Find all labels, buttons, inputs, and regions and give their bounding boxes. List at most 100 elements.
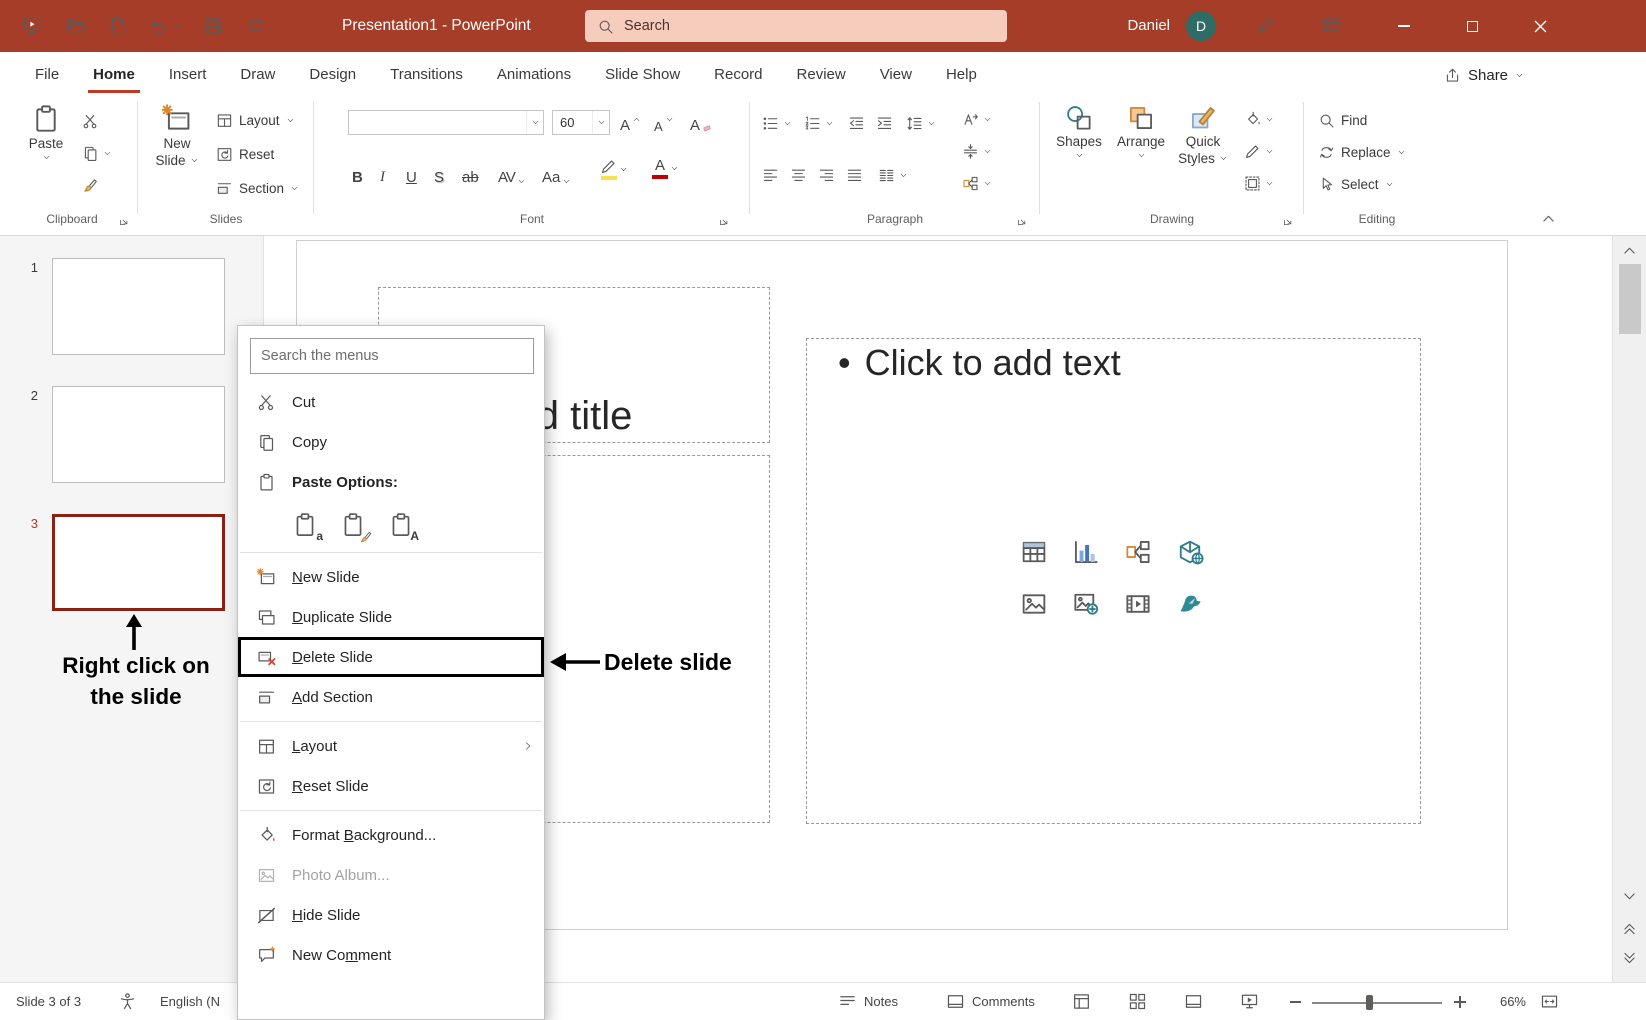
right-content-placeholder[interactable] <box>806 338 1421 824</box>
chevron-down-icon[interactable] <box>592 111 609 134</box>
slide-thumbnail-2[interactable] <box>52 386 225 483</box>
previous-slide-icon[interactable] <box>1621 920 1639 938</box>
new-document-icon[interactable] <box>108 16 128 36</box>
shrink-font-button[interactable]: A <box>654 110 674 134</box>
text-shadow-button[interactable]: S <box>434 162 444 186</box>
menu-item-reset-slide[interactable]: Reset Slide <box>238 766 544 806</box>
tab-help[interactable]: Help <box>929 52 994 96</box>
new-slide-button[interactable]: New Slide <box>148 104 206 168</box>
layout-button[interactable]: Layout <box>216 108 295 132</box>
scrollbar-thumb[interactable] <box>1619 264 1641 334</box>
tab-file[interactable]: File <box>18 52 76 96</box>
open-file-icon[interactable] <box>66 16 86 36</box>
chevron-down-icon[interactable] <box>526 111 543 134</box>
undo-icon[interactable] <box>148 16 168 36</box>
slide-thumbnail-3[interactable] <box>52 514 225 611</box>
zoom-percentage[interactable]: 66% <box>1482 983 1526 1020</box>
shapes-button[interactable]: Shapes <box>1052 104 1106 160</box>
align-center-button[interactable] <box>790 164 807 186</box>
insert-picture-icon[interactable] <box>1012 582 1056 626</box>
menu-item-new-comment[interactable]: New Comment <box>238 935 544 975</box>
font-name-combo[interactable] <box>348 110 544 135</box>
minimize-button[interactable] <box>1376 0 1432 52</box>
insert-video-icon[interactable] <box>1116 582 1160 626</box>
start-presentation-icon[interactable] <box>22 16 42 36</box>
paste-button[interactable]: Paste <box>20 104 72 162</box>
insert-table-icon[interactable] <box>1012 530 1056 574</box>
underline-button[interactable]: U <box>406 162 417 186</box>
tab-draw[interactable]: Draw <box>223 52 292 96</box>
convert-to-smartart-button[interactable] <box>962 172 992 194</box>
slide-thumbnail-1[interactable] <box>52 258 225 355</box>
tab-slide-show[interactable]: Slide Show <box>588 52 697 96</box>
slide-sorter-view-icon[interactable] <box>1128 992 1148 1012</box>
bullets-button[interactable] <box>762 112 792 134</box>
grow-font-button[interactable]: A <box>620 110 641 134</box>
redo-icon[interactable] <box>246 16 266 36</box>
reading-view-icon[interactable] <box>1184 992 1204 1012</box>
zoom-out-button[interactable] <box>1290 1001 1301 1003</box>
menu-item-hide-slide[interactable]: Hide Slide <box>238 895 544 935</box>
search-input[interactable] <box>624 18 995 34</box>
paragraph-dialog-launcher[interactable] <box>1016 214 1030 228</box>
user-name[interactable]: Daniel <box>1096 0 1170 52</box>
justify-button[interactable] <box>846 164 863 186</box>
paste-option-keep-source-formatting[interactable]: a <box>290 510 320 540</box>
font-size-combo[interactable]: 60 <box>552 110 610 135</box>
language-indicator[interactable]: English (N <box>160 983 220 1020</box>
avatar[interactable]: D <box>1186 11 1216 41</box>
accessibility-icon[interactable] <box>118 992 138 1012</box>
collapse-ribbon-button[interactable] <box>1540 210 1558 228</box>
tab-record[interactable]: Record <box>697 52 779 96</box>
drawing-dialog-launcher[interactable] <box>1282 214 1296 228</box>
italic-button[interactable]: I <box>380 162 385 186</box>
zoom-in-button[interactable] <box>1454 996 1466 1008</box>
normal-view-icon[interactable] <box>1072 992 1092 1012</box>
menu-item-format-background[interactable]: Format Background... <box>238 815 544 855</box>
text-direction-button[interactable] <box>962 108 992 130</box>
clear-formatting-button[interactable]: A <box>690 110 714 134</box>
shape-fill-button[interactable] <box>1244 108 1274 130</box>
paste-option-keep-text-only[interactable]: A <box>386 510 416 540</box>
increase-indent-button[interactable] <box>876 112 893 134</box>
text-highlight-button[interactable] <box>600 158 628 180</box>
stock-image-icon[interactable] <box>1064 582 1108 626</box>
vertical-scrollbar[interactable] <box>1612 236 1646 982</box>
insert-smartart-icon[interactable] <box>1116 530 1160 574</box>
menu-item-layout[interactable]: Layout <box>238 726 544 766</box>
menu-item-delete-slide[interactable]: Delete Slide <box>238 637 544 677</box>
search-box[interactable] <box>585 10 1007 42</box>
quick-styles-button[interactable]: Quick Styles <box>1176 104 1230 166</box>
slide-counter[interactable]: Slide 3 of 3 <box>16 983 81 1020</box>
menu-item-photo-album[interactable]: Photo Album... <box>238 855 544 895</box>
comments-toggle[interactable]: Comments <box>972 983 1035 1020</box>
tab-design[interactable]: Design <box>292 52 373 96</box>
menu-item-copy[interactable]: Copy <box>238 422 544 462</box>
select-button[interactable]: Select <box>1318 172 1394 196</box>
notes-toggle[interactable]: Notes <box>864 983 898 1020</box>
scroll-down-icon[interactable] <box>1621 888 1639 906</box>
maximize-button[interactable] <box>1444 0 1500 52</box>
tab-transitions[interactable]: Transitions <box>373 52 480 96</box>
menu-item-add-section[interactable]: Add Section <box>238 677 544 717</box>
arrange-button[interactable]: Arrange <box>1112 104 1170 160</box>
tab-animations[interactable]: Animations <box>480 52 588 96</box>
quick-access-more-icon[interactable] <box>290 16 302 36</box>
align-text-button[interactable] <box>962 140 992 162</box>
insert-chart-icon[interactable] <box>1064 530 1108 574</box>
change-case-button[interactable]: Aa <box>542 162 571 186</box>
slideshow-view-icon[interactable] <box>1240 992 1260 1012</box>
zoom-slider-thumb[interactable] <box>1366 995 1373 1010</box>
reset-button[interactable]: Reset <box>216 142 274 166</box>
columns-button[interactable] <box>878 164 908 186</box>
align-left-button[interactable] <box>762 164 779 186</box>
menu-item-cut[interactable]: Cut <box>238 382 544 422</box>
strikethrough-button[interactable]: ab <box>462 162 479 186</box>
shape-outline-button[interactable] <box>1244 140 1274 162</box>
align-right-button[interactable] <box>818 164 835 186</box>
bold-button[interactable]: B <box>352 162 363 186</box>
insert-3d-model-icon[interactable] <box>1168 530 1212 574</box>
next-slide-icon[interactable] <box>1621 950 1639 968</box>
format-painter-button[interactable] <box>82 174 99 196</box>
zoom-slider-track[interactable] <box>1312 1002 1442 1004</box>
